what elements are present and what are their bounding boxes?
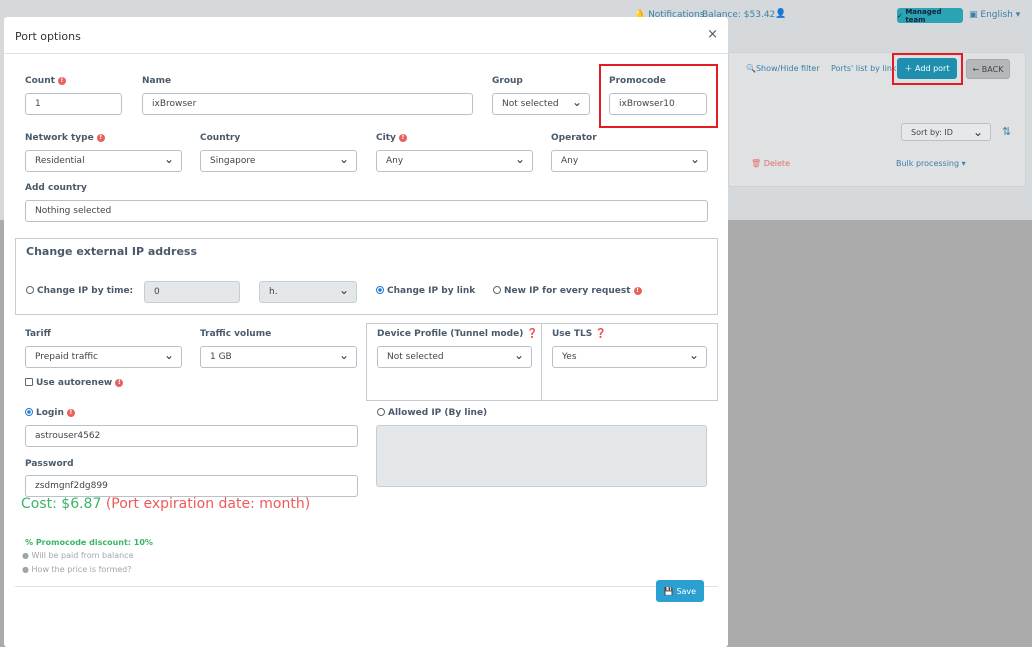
highlight-box <box>892 53 963 85</box>
tariff-label: Tariff <box>25 329 51 339</box>
new-ip-every-request-radio[interactable]: New IP for every request! <box>493 286 642 296</box>
traffic-volume-select[interactable]: 1 GB <box>200 346 357 368</box>
change-ip-by-link-radio[interactable]: Change IP by link <box>376 286 475 296</box>
save-icon: 💾 <box>663 586 677 596</box>
password-label: Password <box>25 459 74 469</box>
operator-label: Operator <box>551 133 597 143</box>
modal-header: Port options × <box>4 17 728 54</box>
cost-text: Cost: $6.87 (Port expiration date: month… <box>21 496 311 512</box>
country-select[interactable]: Singapore <box>200 150 357 172</box>
user-icon[interactable]: 👤 <box>775 9 786 19</box>
percent-icon: % <box>25 538 34 547</box>
bulk-processing-dropdown[interactable]: Bulk processing ▾ <box>896 159 966 168</box>
allowed-ip-radio[interactable]: Allowed IP (By line) <box>377 408 487 418</box>
show-hide-filter[interactable]: 🔍Show/Hide filter <box>746 64 820 73</box>
group-select[interactable]: Not selected <box>492 93 590 115</box>
language-select[interactable]: ▣ English ▾ <box>969 10 1020 20</box>
name-input[interactable]: ixBrowser <box>142 93 473 115</box>
count-label: Count! <box>25 76 66 86</box>
time-unit-select[interactable]: h. <box>259 281 357 303</box>
use-tls-select[interactable]: Yes <box>552 346 707 368</box>
time-input[interactable]: 0 <box>144 281 240 303</box>
login-radio[interactable]: Login! <box>25 408 75 418</box>
help-icon: ❓ <box>595 329 607 339</box>
sort-select[interactable]: Sort by: ID <box>901 123 991 141</box>
use-tls-label: Use TLS ❓ <box>552 329 607 339</box>
divider <box>15 586 718 587</box>
password-input[interactable]: zsdmgnf2dg899 <box>25 475 358 497</box>
name-label: Name <box>142 76 172 86</box>
login-input[interactable]: astrouser4562 <box>25 425 358 447</box>
operator-select[interactable]: Any <box>551 150 708 172</box>
promocode-discount: % Promocode discount: 10% <box>25 538 153 547</box>
traffic-volume-label: Traffic volume <box>200 329 272 339</box>
uk-flag-icon: ▣ <box>969 10 978 20</box>
back-button[interactable]: ← BACK <box>966 59 1010 79</box>
managed-team-badge[interactable]: ✓ Managed team <box>897 8 963 24</box>
price-formed-link[interactable]: ● How the price is formed? <box>22 565 131 574</box>
city-select[interactable]: Any <box>376 150 533 172</box>
count-input[interactable]: 1 <box>25 93 122 115</box>
help-icon: ❓ <box>526 329 538 339</box>
modal-title: Port options <box>15 30 81 43</box>
country-label: Country <box>200 133 241 143</box>
info-icon: ● <box>22 551 29 560</box>
network-type-label: Network type! <box>25 133 105 143</box>
save-button[interactable]: 💾 Save <box>656 580 704 602</box>
delete-button[interactable]: 🗑 Delete <box>751 159 790 168</box>
network-type-select[interactable]: Residential <box>25 150 182 172</box>
check-circle-icon: ✓ <box>897 11 906 20</box>
group-label: Group <box>492 76 523 86</box>
info-icon: ● <box>22 565 29 574</box>
autorenew-checkbox[interactable]: Use autorenew! <box>25 378 124 388</box>
ports-list-by-link[interactable]: Ports' list by link <box>831 64 897 73</box>
highlight-box <box>599 64 718 128</box>
change-ip-by-time-radio[interactable]: Change IP by time: <box>26 286 133 296</box>
device-profile-label: Device Profile (Tunnel mode) ❓ <box>377 329 538 339</box>
add-country-label: Add country <box>25 183 87 193</box>
device-profile-select[interactable]: Not selected <box>377 346 532 368</box>
change-ip-title: Change external IP address <box>26 245 198 258</box>
city-label: City! <box>376 133 407 143</box>
close-icon[interactable]: × <box>707 27 718 42</box>
allowed-ip-textarea[interactable] <box>376 425 707 487</box>
add-country-select[interactable]: Nothing selected <box>25 200 708 222</box>
sort-order-icon[interactable]: ⇅ <box>1002 125 1011 138</box>
tariff-select[interactable]: Prepaid traffic <box>25 346 182 368</box>
paid-from-balance-note: ● Will be paid from balance <box>22 551 134 560</box>
